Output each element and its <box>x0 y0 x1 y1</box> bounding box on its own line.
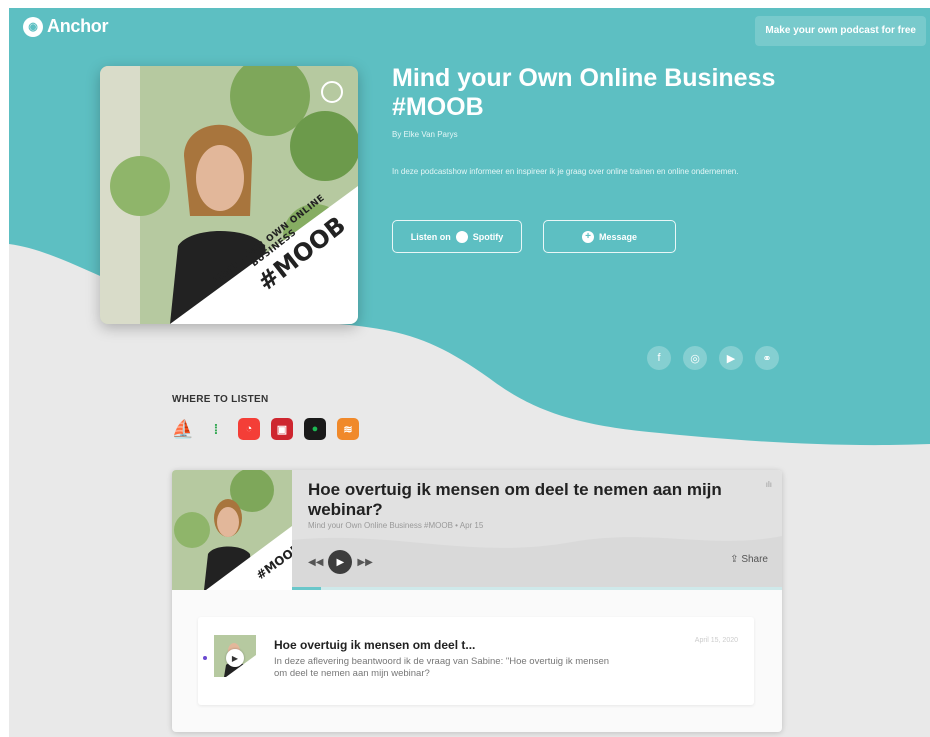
google-podcasts-icon[interactable]: ⁞ <box>205 418 227 440</box>
anchor-mark-icon: ılı <box>765 480 772 489</box>
share-icon: ⇪ <box>730 554 739 565</box>
podcast-cover-art: MIND YOUR OWN ONLINE BUSINESS #MOOB <box>100 66 358 324</box>
podcast-title: Mind your Own Online Business #MOOB <box>392 64 776 121</box>
spotify-icon[interactable]: ● <box>304 418 326 440</box>
facebook-icon[interactable]: f <box>647 346 671 370</box>
progress-fill <box>292 587 322 590</box>
episode-thumbnail: #MOOB <box>172 470 292 590</box>
progress-bar[interactable] <box>292 587 782 590</box>
message-label: Message <box>598 231 638 242</box>
pocket-casts-icon[interactable]: ◔ <box>238 418 260 440</box>
share-label: Share <box>741 554 768 565</box>
podcast-description: In deze podcastshow informeer en inspire… <box>392 167 739 176</box>
radiopublic-icon[interactable]: ▣ <box>271 418 293 440</box>
playback-controls: ◀◀ ▶ ▶▶ <box>308 550 373 574</box>
link-icon[interactable]: ⚭ <box>755 346 779 370</box>
episode-card-description: In deze aflevering beantwoord ik de vraa… <box>274 656 610 679</box>
rss-icon[interactable]: ≋ <box>337 418 359 440</box>
anchor-logo[interactable]: ◉ Anchor <box>23 16 109 37</box>
message-button[interactable]: + Message <box>543 220 676 253</box>
episode-title: Hoe overtuig ik mensen om deel te nemen … <box>308 480 722 519</box>
youtube-icon[interactable]: ▶ <box>719 346 743 370</box>
listen-label: Listen on <box>410 231 451 242</box>
logo-text: Anchor <box>47 16 109 36</box>
listen-on-spotify-button[interactable]: Listen on Spotify <box>392 220 522 253</box>
play-button[interactable]: ▶ <box>328 550 353 574</box>
plus-icon: + <box>581 230 594 243</box>
episode-list-item[interactable]: ▶ Hoe overtuig ik mensen om deel t... In… <box>198 617 754 705</box>
top-bar: ◉ Anchor Make your own podcast for free <box>9 8 930 50</box>
episode-player: #MOOB Hoe overtuig ik mensen om deel te … <box>172 470 782 732</box>
make-podcast-button[interactable]: Make your own podcast for free <box>755 16 926 46</box>
podcast-author[interactable]: By Elke Van Parys <box>392 130 458 139</box>
unplayed-dot <box>203 656 207 660</box>
episode-play-button[interactable]: ▶ <box>226 649 244 667</box>
episode-card-title: Hoe overtuig ik mensen om deel t... <box>274 638 476 652</box>
episode-card-date: April 15, 2020 <box>694 637 738 644</box>
anchor-logo-icon: ◉ <box>23 16 43 37</box>
instagram-icon[interactable]: ◎ <box>683 346 707 370</box>
player-header: #MOOB Hoe overtuig ik mensen om deel te … <box>172 470 782 590</box>
rewind-icon[interactable]: ◀◀ <box>308 557 323 568</box>
share-button[interactable]: ⇪ Share <box>730 554 768 565</box>
episode-card-thumbnail: ▶ <box>214 635 256 677</box>
anchor-icon[interactable]: ⛵ <box>172 418 194 440</box>
spotify-label: Spotify <box>472 231 504 242</box>
forward-icon[interactable]: ▶▶ <box>357 557 372 568</box>
page: ◉ Anchor Make your own podcast for free … <box>9 8 930 737</box>
where-to-listen-label: WHERE TO LISTEN <box>172 394 269 405</box>
platform-list: ⛵ ⁞ ◔ ▣ ● ≋ <box>172 418 359 440</box>
episode-subtitle: Mind your Own Online Business #MOOB • Ap… <box>308 521 484 530</box>
spotify-icon <box>455 230 468 243</box>
